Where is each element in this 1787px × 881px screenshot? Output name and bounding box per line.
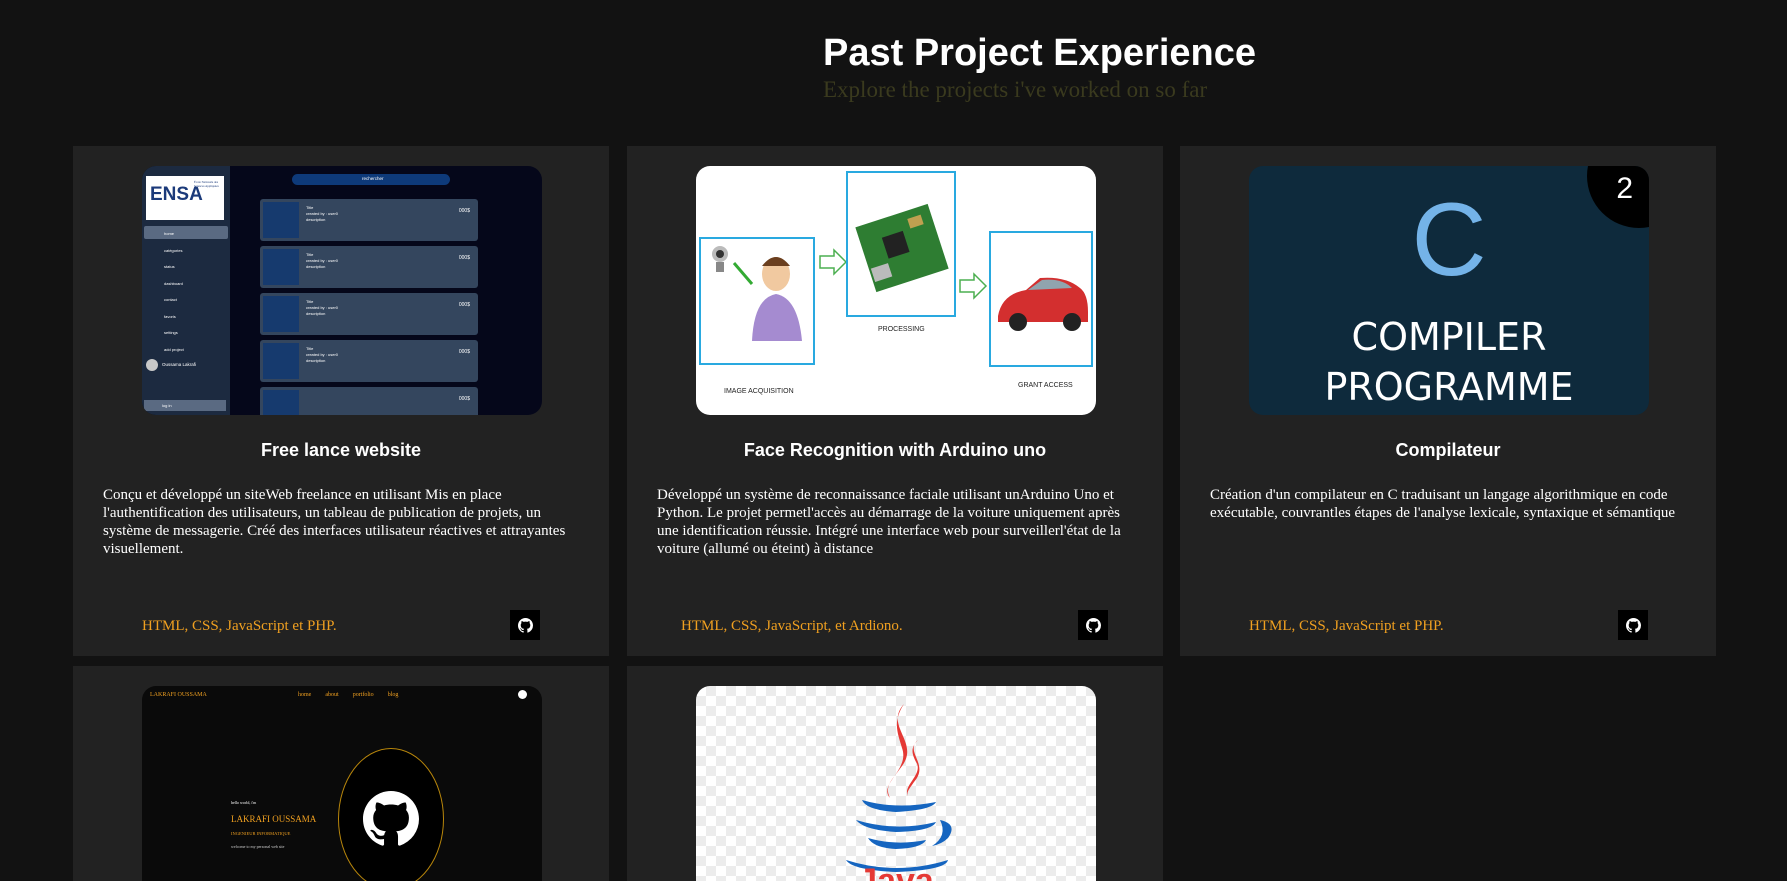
- thumb-post: Title created by : user0 description 000$: [260, 246, 478, 288]
- project-thumbnail-portfolio: LAKRAFI OUSSAMA home about portfolio blo…: [142, 686, 542, 881]
- post-text: Title created by : user0 description: [306, 346, 339, 363]
- java-logo-icon: [846, 704, 952, 872]
- thumb-post: 000$: [260, 387, 478, 415]
- label-acquisition: IMAGE ACQUISITION: [724, 388, 794, 395]
- project-description: Développé un système de reconnaissance f…: [657, 487, 1121, 557]
- thumb-avatar-frame: [338, 748, 444, 881]
- post-price: 000$: [458, 255, 470, 261]
- face-recognition-diagram: [699, 171, 1093, 367]
- thumb-role: INGENIEUR INFORMATIQUE: [231, 831, 291, 836]
- ensa-logo-subtext: École Nationale des Sciences Appliquées: [194, 180, 219, 188]
- logout-bar: log in: [144, 400, 226, 411]
- github-link-button[interactable]: [1078, 610, 1108, 640]
- project-description: Création d'un compilateur en C traduisan…: [1210, 487, 1676, 521]
- sidebar-menu: home catégories status dashboard contact…: [148, 226, 184, 358]
- post-image: [263, 202, 299, 238]
- project-title: Compilateur: [1395, 440, 1501, 460]
- ensa-logo: ENSA École Nationale des Sciences Appliq…: [146, 176, 224, 220]
- thumb-post: Title created by : user0 description 000$: [260, 340, 478, 382]
- thumb-nav-item: about: [325, 692, 339, 698]
- github-link-button[interactable]: [1618, 610, 1648, 640]
- post-price: 000$: [458, 208, 470, 214]
- project-thumbnail-face-recognition: IMAGE ACQUISITION PROCESSING GRANT ACCES…: [696, 166, 1096, 415]
- thumb-search-text: rechercher: [362, 176, 384, 181]
- user-avatar: [146, 359, 158, 371]
- project-description: Conçu et développé un siteWeb freelance …: [103, 487, 566, 557]
- github-icon: [1625, 617, 1641, 633]
- user-name: Oussama Lakrafi: [162, 362, 197, 367]
- compiler-text: COMPILER PROGRAMME: [1324, 315, 1574, 409]
- arrow-icon: [819, 248, 848, 276]
- project-card-compilateur: 2 C COMPILER PROGRAMME Compilateur Créat…: [1180, 146, 1716, 656]
- github-link-button[interactable]: [510, 610, 540, 640]
- thumb-post: Title created by : user0 description 000$: [260, 293, 478, 335]
- post-text: Title created by : user0 description: [306, 299, 339, 316]
- github-icon: [363, 791, 419, 846]
- c-letter: C: [1411, 182, 1487, 298]
- thumb-search-bar: rechercher: [292, 174, 450, 185]
- sidebar-menu-item: dashboard: [164, 280, 183, 286]
- thumb-nav-item: portfolio: [352, 692, 374, 698]
- post-price: 000$: [458, 396, 470, 402]
- sidebar-menu-item: home: [164, 231, 175, 236]
- post-image: [263, 249, 299, 285]
- page-subtitle: Explore the projects i've worked on so f…: [823, 77, 1208, 102]
- thumb-nav: home about portfolio blog: [298, 692, 398, 698]
- post-image: [263, 343, 299, 379]
- page-title: Past Project Experience: [823, 32, 1256, 74]
- project-card-freelance: ENSA École Nationale des Sciences Appliq…: [73, 146, 609, 656]
- thumb-tagline: welcome to my personal web site: [231, 844, 285, 849]
- thumb-nav-item: blog: [387, 692, 399, 698]
- thumb-sidebar: ENSA École Nationale des Sciences Appliq…: [142, 166, 230, 415]
- thumb-name: LAKRAFI OUSSAMA: [231, 814, 317, 824]
- post-price: 000$: [458, 302, 470, 308]
- thumb-post: Title created by : user0 description 000$: [260, 199, 478, 241]
- thumb-brand: LAKRAFI OUSSAMA: [150, 692, 207, 698]
- project-title: Face Recognition with Arduino uno: [743, 440, 1047, 460]
- sidebar-menu-item: add project: [164, 346, 184, 352]
- post-image: [263, 296, 299, 332]
- project-tech: HTML, CSS, JavaScript et PHP.: [142, 618, 337, 634]
- post-text: Title created by : user0 description: [306, 252, 339, 269]
- sidebar-menu-item: settings: [164, 330, 178, 335]
- sidebar-menu-item: catégories: [164, 247, 183, 253]
- thumb-github-icon: [518, 690, 527, 699]
- sidebar-menu-item: status: [164, 264, 175, 269]
- project-card-java: Java: [627, 666, 1163, 881]
- post-price: 000$: [458, 349, 470, 355]
- project-title: Free lance website: [260, 440, 422, 460]
- project-tech: HTML, CSS, JavaScript et PHP.: [1249, 618, 1444, 634]
- sidebar-menu-item: favoris: [164, 313, 176, 319]
- post-text: Title created by : user0 description: [306, 205, 339, 222]
- project-card-face-recognition: IMAGE ACQUISITION PROCESSING GRANT ACCES…: [627, 146, 1163, 656]
- arrow-icon: [959, 272, 988, 300]
- project-card-portfolio: LAKRAFI OUSSAMA home about portfolio blo…: [73, 666, 609, 881]
- post-image: [263, 390, 299, 415]
- java-logo-text: Java: [858, 862, 934, 881]
- project-thumbnail-freelance: ENSA École Nationale des Sciences Appliq…: [142, 166, 542, 415]
- github-icon: [517, 617, 533, 633]
- label-grant-access: GRANT ACCESS: [1018, 382, 1073, 389]
- project-thumbnail-java: Java: [696, 686, 1096, 881]
- project-thumbnail-compilateur: 2 C COMPILER PROGRAMME: [1249, 166, 1649, 415]
- page-header: Past Project Experience Explore the proj…: [0, 0, 1787, 140]
- sidebar-menu-item: contact: [164, 297, 177, 302]
- project-tech: HTML, CSS, JavaScript, et Ardiono.: [681, 618, 903, 634]
- thumb-hello: hello world, i'm: [231, 800, 257, 805]
- logout-label: log in: [162, 403, 172, 408]
- thumb-nav-item: home: [298, 692, 312, 698]
- github-icon: [1085, 617, 1101, 633]
- thumb-post-list: Title created by : user0 description 000$ …: [260, 199, 478, 415]
- label-processing: PROCESSING: [878, 326, 925, 333]
